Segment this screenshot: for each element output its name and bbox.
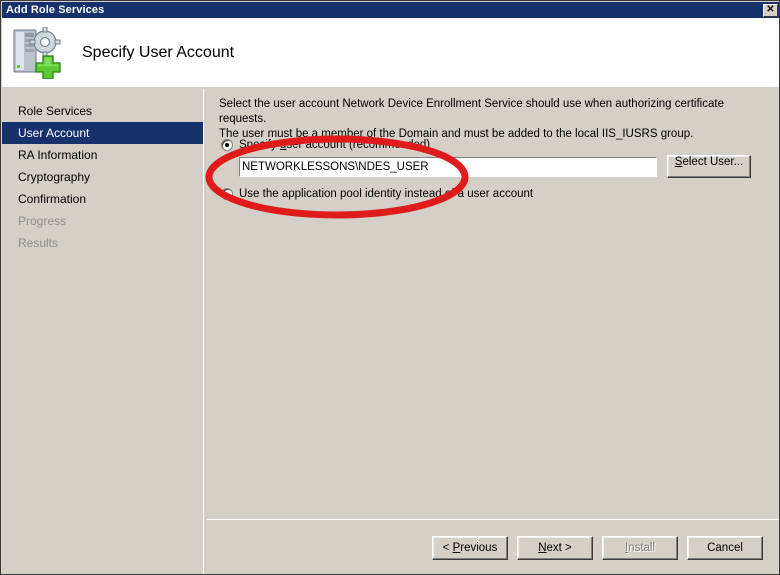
sidebar-item-user-account[interactable]: User Account (2, 122, 203, 144)
main-content-panel: Select the user account Network Device E… (207, 89, 779, 574)
sidebar-item-role-services[interactable]: Role Services (2, 100, 203, 122)
select-user-button[interactable]: Select User... (667, 155, 751, 178)
cancel-button[interactable]: Cancel (687, 536, 763, 560)
sidebar-item-results: Results (18, 236, 59, 250)
radio-icon-specify-user[interactable] (221, 139, 233, 151)
title-bar: Add Role Services ✕ (2, 2, 779, 18)
description-line-1: Select the user account Network Device E… (219, 98, 724, 125)
wizard-header: Specify User Account (2, 18, 779, 87)
radio-specify-user-account[interactable]: Specify user account (recommended) (221, 139, 430, 151)
sidebar-item-progress: Progress (18, 214, 67, 228)
sidebar-item-ra-information[interactable]: RA Information (2, 144, 203, 166)
user-account-input[interactable] (238, 156, 658, 178)
radio-icon-app-pool[interactable] (221, 188, 233, 200)
footer-divider (207, 519, 779, 522)
add-role-services-window: Add Role Services ✕ Specify User Account… (0, 0, 780, 575)
page-title: Specify User Account (82, 43, 235, 61)
close-icon[interactable]: ✕ (763, 3, 778, 17)
radio-use-app-pool-identity[interactable]: Use the application pool identity instea… (221, 188, 533, 200)
wizard-footer: < Previous Next > Install Cancel (207, 523, 779, 573)
sidebar-item-cryptography[interactable]: Cryptography (2, 166, 203, 188)
install-button: Install (602, 536, 678, 560)
radio-label-specify-user: Specify user account (recommended) (239, 139, 431, 151)
description-text: Select the user account Network Device E… (219, 97, 767, 142)
radio-label-app-pool: Use the application pool identity instea… (239, 188, 534, 200)
wizard-step-sidebar: Role Services User Account RA Informatio… (2, 89, 204, 574)
sidebar-item-confirmation[interactable]: Confirmation (2, 188, 203, 210)
window-title: Add Role Services (6, 4, 105, 16)
server-add-icon (12, 26, 66, 80)
previous-button[interactable]: < Previous (432, 536, 508, 560)
next-button[interactable]: Next > (517, 536, 593, 560)
